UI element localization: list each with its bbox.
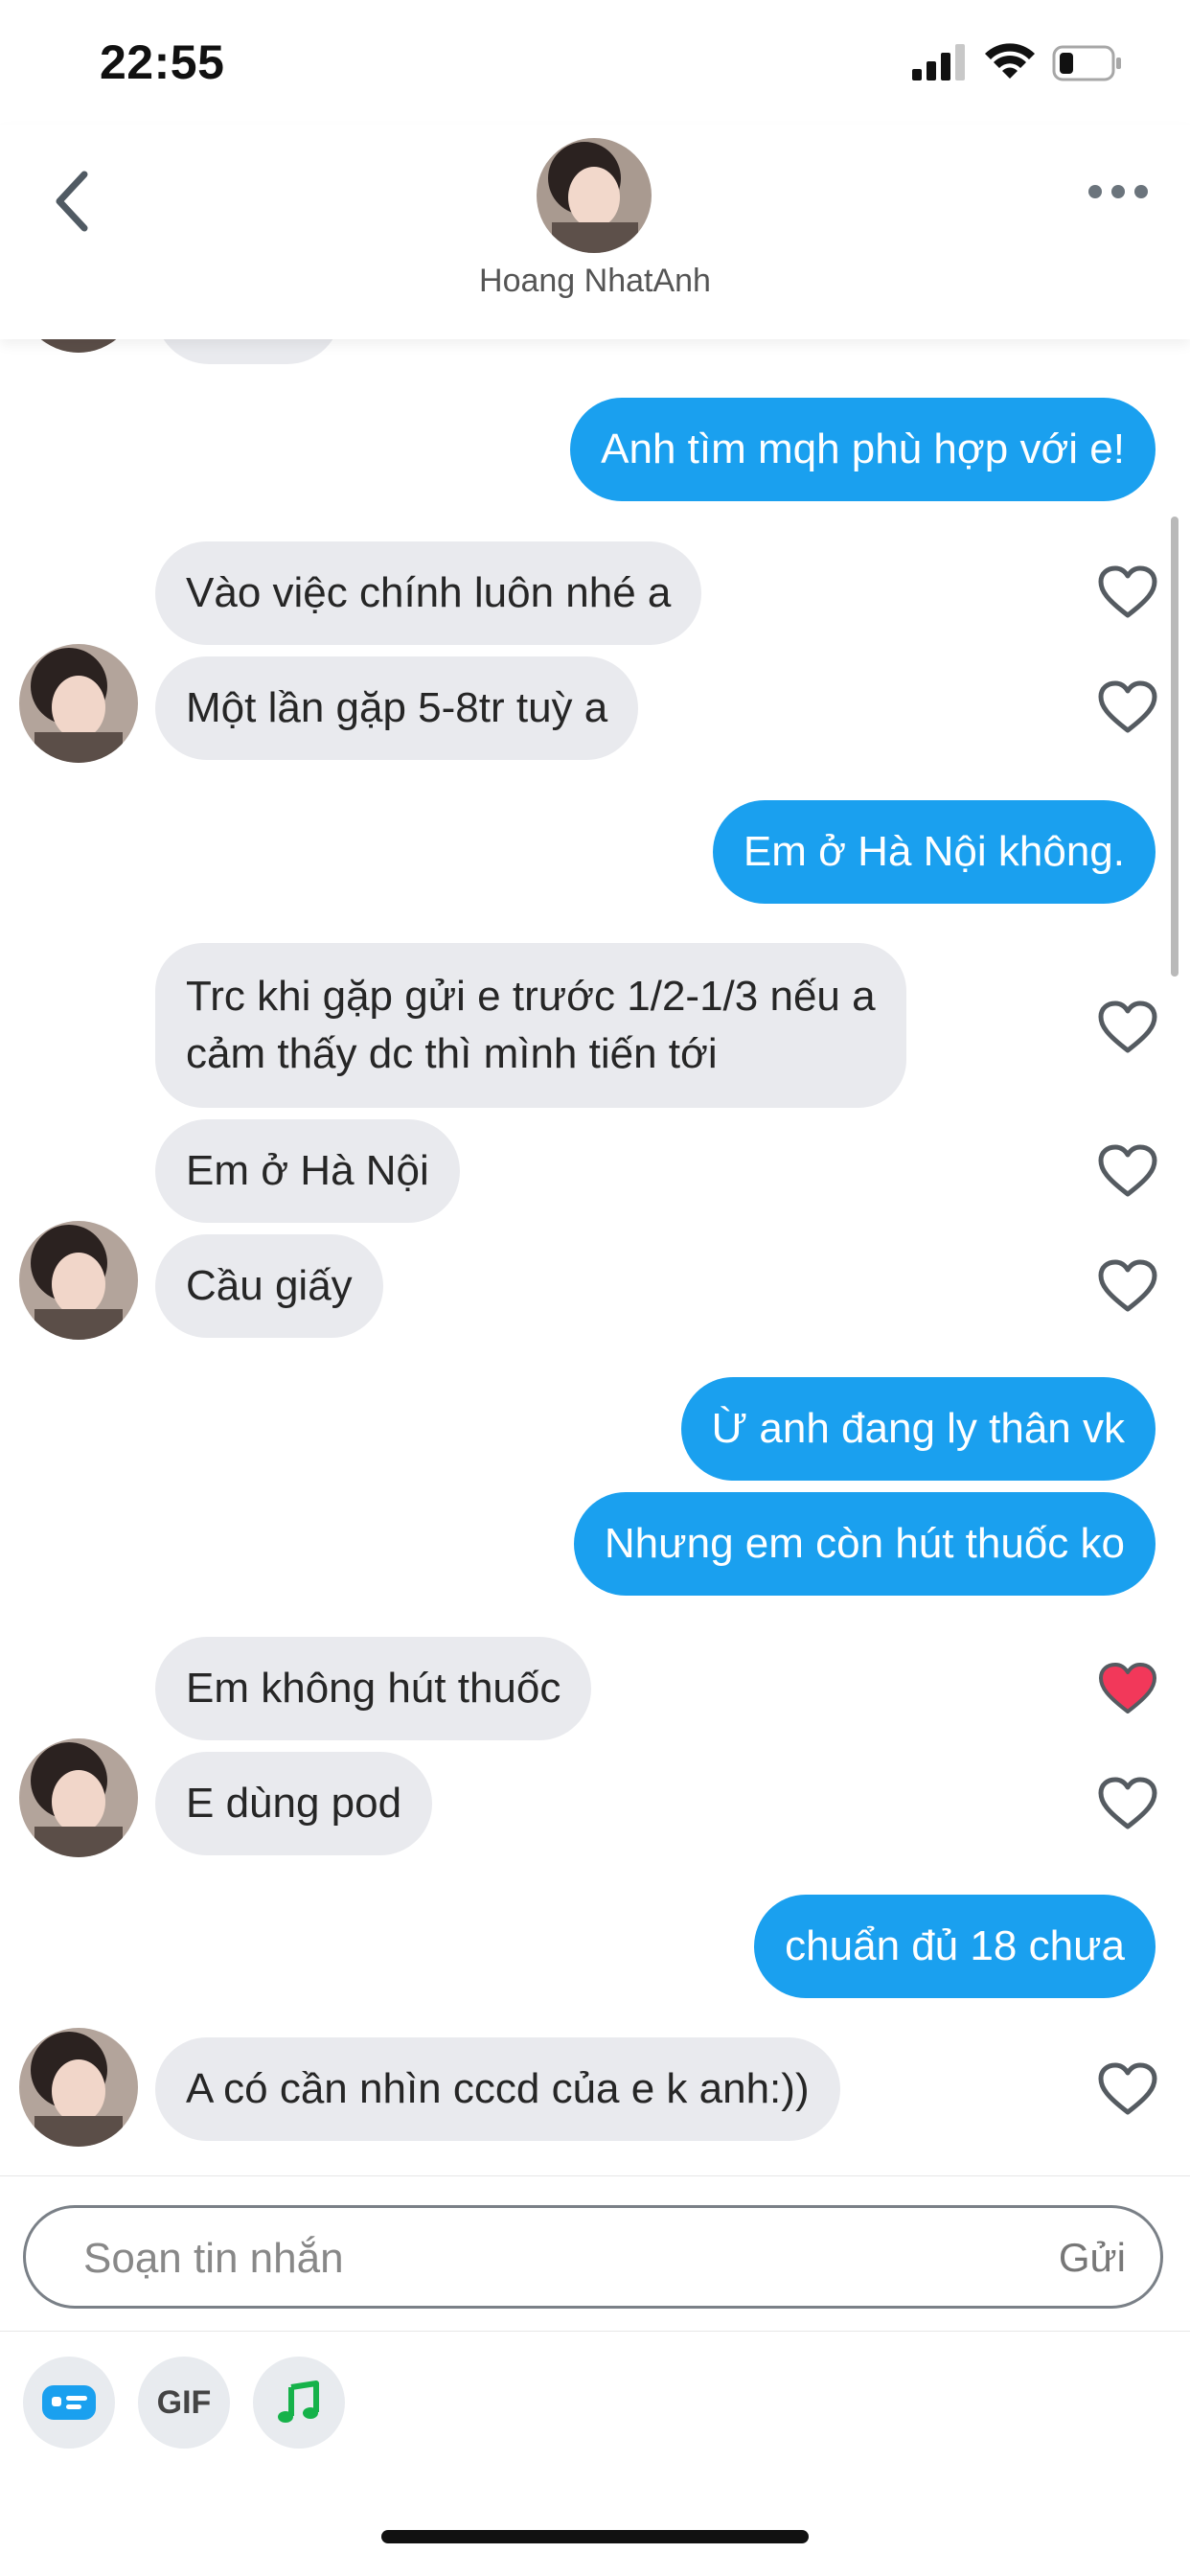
message-line: Trc khi gặp gửi e trước 1/2-1/3 nếu a (186, 973, 876, 1020)
message-bubble-outgoing[interactable]: Em ở Hà Nội không. (712, 800, 1156, 904)
message-bubble-incoming[interactable]: Cầu giấy (155, 1234, 383, 1338)
back-chevron-icon[interactable] (46, 163, 94, 240)
status-bar: 22:55 (0, 0, 1190, 125)
scrollbar[interactable] (1171, 517, 1179, 977)
cellular-signal-icon (912, 44, 965, 80)
home-indicator[interactable] (381, 2530, 809, 2543)
send-button[interactable]: Gửi (1059, 2235, 1126, 2281)
wifi-icon (985, 43, 1035, 79)
more-options-icon[interactable] (1085, 172, 1152, 211)
music-button[interactable] (253, 2357, 345, 2449)
heart-icon[interactable] (1098, 565, 1157, 619)
heart-icon[interactable] (1098, 1144, 1157, 1198)
message-bubble-outgoing[interactable]: Ừ anh đang ly thân vk (680, 1377, 1156, 1481)
message-bubble-incoming[interactable]: Trc khi gặp gửi e trước 1/2-1/3 nếu a cả… (155, 943, 906, 1108)
heart-icon[interactable] (1098, 680, 1157, 734)
heart-icon[interactable] (1098, 1259, 1157, 1313)
heart-icon[interactable] (1098, 2062, 1157, 2116)
message-bubble-incoming[interactable]: Em ở Hà Nội (155, 1119, 460, 1223)
message-input-placeholder: Soạn tin nhắn (83, 2235, 344, 2282)
message-line: cảm thấy dc thì mình tiến tới (186, 1030, 718, 1077)
message-bubble-outgoing[interactable]: chuẩn đủ 18 chưa (754, 1895, 1156, 1998)
contact-avatar-small (19, 1738, 138, 1857)
contact-name[interactable]: Hoang NhatAnh (0, 263, 1190, 300)
message-bubble-incoming[interactable]: A có cần nhìn cccd của e k anh:)) (155, 2037, 840, 2141)
attachment-toolbar: GIF (0, 2331, 1190, 2475)
message-bubble-incoming[interactable]: E dùng pod (155, 1752, 433, 1855)
message-bubble-outgoing[interactable]: Nhưng em còn hút thuốc ko (573, 1492, 1156, 1596)
message-bubble-incoming[interactable]: Vào việc chính luôn nhé a (155, 541, 702, 645)
contact-avatar-small (19, 644, 138, 763)
contact-avatar-small (19, 1221, 138, 1340)
message-bubble-partial (155, 339, 341, 364)
message-list[interactable]: Anh tìm mqh phù hợp với e! Vào việc chín… (0, 339, 1190, 2175)
contact-avatar-small (19, 339, 138, 353)
message-bubble-outgoing[interactable]: Anh tìm mqh phù hợp với e! (570, 398, 1156, 501)
music-note-icon (278, 2380, 319, 2423)
heart-icon[interactable] (1098, 1777, 1157, 1830)
id-card-icon (42, 2385, 96, 2420)
gif-button[interactable]: GIF (138, 2357, 230, 2449)
heart-filled-icon[interactable] (1098, 1662, 1157, 1715)
status-time: 22:55 (100, 35, 225, 89)
message-bubble-incoming[interactable]: Em không hút thuốc (155, 1637, 592, 1740)
chat-header: Hoang NhatAnh (0, 125, 1190, 339)
heart-icon[interactable] (1098, 1000, 1157, 1054)
message-input[interactable]: Soạn tin nhắn Gửi (23, 2205, 1163, 2309)
contact-avatar-small (19, 2028, 138, 2147)
sticker-button[interactable] (23, 2357, 115, 2449)
message-bubble-incoming[interactable]: Một lần gặp 5-8tr tuỳ a (155, 656, 639, 760)
contact-avatar[interactable] (537, 138, 652, 253)
battery-icon (1052, 45, 1121, 81)
composer: Soạn tin nhắn Gửi (0, 2175, 1190, 2332)
